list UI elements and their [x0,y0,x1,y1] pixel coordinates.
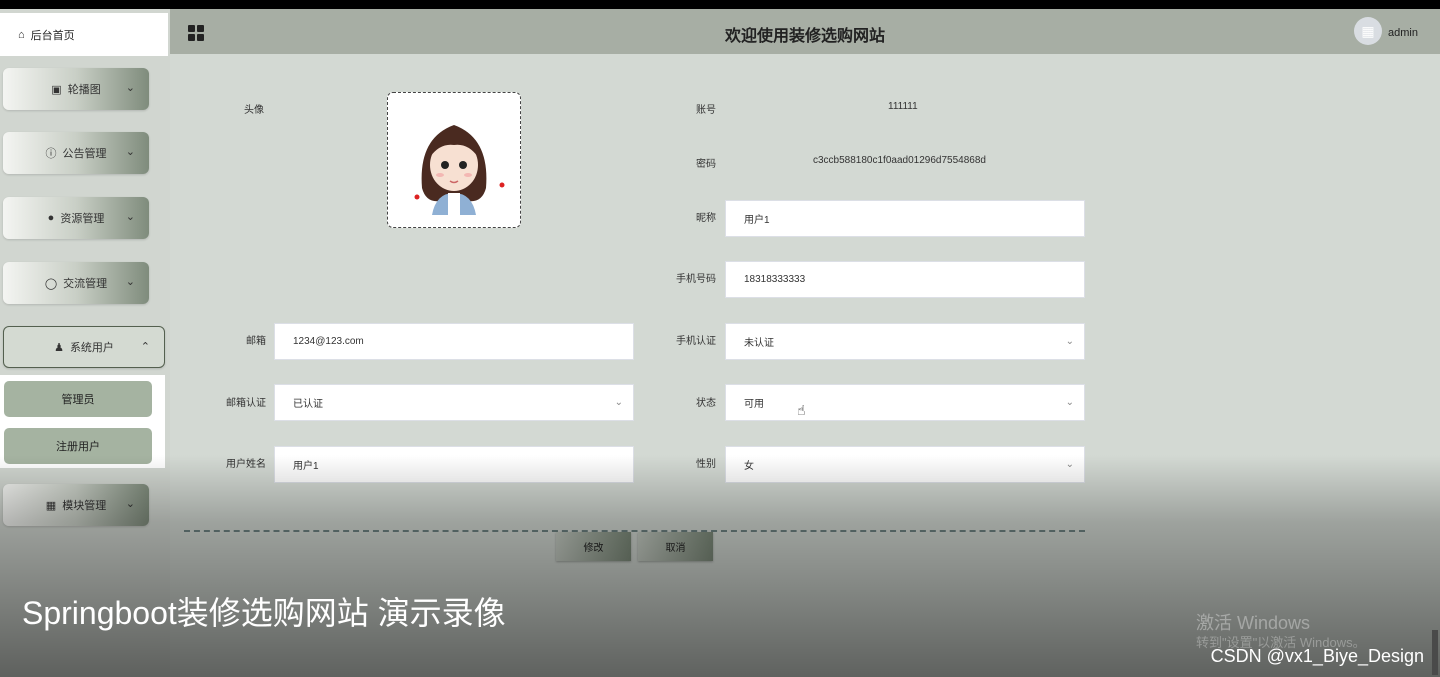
chevron-down-icon: ⌄ [1065,459,1074,470]
form-divider [184,530,1085,532]
gender-select[interactable]: 女 ⌄ [725,446,1085,483]
sidebar-item-label: 系统用户 [69,342,114,354]
submenu-system-user: 管理员 注册用户 [0,375,165,468]
nickname-label: 昵称 [696,213,716,224]
avatar[interactable]: ▦ [1354,17,1382,45]
header: 欢迎使用装修选购网站 ▦ admin [170,9,1440,54]
submenu-item-admin[interactable]: 管理员 [4,381,152,417]
top-black-strip [0,0,1440,9]
credit-watermark: CSDN @vx1_Biye_Design [1210,646,1424,666]
chevron-up-icon: ⌃ [140,341,150,353]
chevron-down-icon: ⌄ [614,397,623,408]
sidebar-home-label: 后台首页 [30,29,75,42]
page-title: 欢迎使用装修选购网站 [724,28,885,45]
password-value: c3ccb588180c1f0aad01296d7554868d [813,155,986,166]
submit-button[interactable]: 修改 [556,532,631,561]
cancel-button[interactable]: 取消 [638,532,713,561]
sidebar-item-label: 资源管理 [60,213,105,225]
sidebar-item-forum[interactable]: ◯ 交流管理 ⌄ [3,262,149,304]
email-input[interactable]: 1234@123.com [274,323,634,360]
avatar-label: 头像 [244,105,264,116]
grid-icon: ▦ [45,499,57,512]
realname-label: 用户姓名 [226,459,266,470]
phone-label: 手机号码 [676,274,716,285]
phone-verify-value: 未认证 [744,338,774,349]
chevron-down-icon: ⌄ [125,211,135,223]
status-value: 可用 [744,399,764,410]
email-label: 邮箱 [246,336,266,347]
sidebar-item-system-user[interactable]: ♟ 系统用户 ⌃ [3,326,165,368]
email-verify-value: 已认证 [293,399,323,410]
password-label: 密码 [696,159,716,170]
gender-label: 性别 [696,459,716,470]
status-select[interactable]: 可用 ⌄ [725,384,1085,421]
hand-cursor-icon: ☝ [797,402,806,418]
chevron-down-icon: ⌄ [1065,397,1074,408]
user-icon: ♟ [54,341,64,354]
sidebar-item-carousel[interactable]: ▣ 轮播图 ⌄ [3,68,149,110]
sidebar-item-label: 轮播图 [67,84,101,96]
info-icon: ⓘ [45,148,57,160]
realname-input[interactable]: 用户1 [274,446,634,483]
gender-value: 女 [744,461,754,472]
scrollbar[interactable] [1432,630,1438,675]
avatar-image [414,125,505,215]
nickname-input[interactable]: 用户1 [725,200,1085,237]
chevron-down-icon: ⌄ [125,276,135,288]
chat-icon: ◯ [44,277,58,290]
sidebar-item-notice[interactable]: ⓘ 公告管理 ⌄ [3,132,149,174]
image-icon: ▣ [51,83,62,96]
chevron-down-icon: ⌄ [125,498,135,510]
sidebar-item-module[interactable]: ▦ 模块管理 ⌄ [3,484,149,526]
sidebar-item-label: 模块管理 [62,500,107,512]
chevron-down-icon: ⌄ [125,82,135,94]
sidebar-item-label: 交流管理 [63,278,108,290]
bulb-icon: ● [47,212,55,224]
phone-input[interactable]: 18318333333 [725,261,1085,298]
home-icon: ⌂ [18,28,25,41]
account-label: 账号 [696,105,716,116]
phone-verify-select[interactable]: 未认证 ⌄ [725,323,1085,360]
user-name[interactable]: admin [1388,27,1418,39]
sidebar-item-resource[interactable]: ● 资源管理 ⌄ [3,197,149,239]
chevron-down-icon: ⌄ [125,146,135,158]
sidebar-item-label: 公告管理 [62,148,107,160]
video-caption: Springboot装修选购网站 演示录像 [22,595,506,631]
sidebar-home[interactable]: ⌂ 后台首页 [0,13,168,56]
phone-verify-label: 手机认证 [676,336,716,347]
account-value: 111111 [888,101,918,112]
submenu-item-registered-user[interactable]: 注册用户 [4,428,152,464]
avatar-upload[interactable] [387,92,521,228]
status-label: 状态 [696,398,716,409]
email-verify-label: 邮箱认证 [226,398,266,409]
email-verify-select[interactable]: 已认证 ⌄ [274,384,634,421]
sidebar: ⌂ 后台首页 ▣ 轮播图 ⌄ ⓘ 公告管理 ⌄ ● 资源管理 ⌄ ◯ 交流管理 … [0,9,170,677]
chevron-down-icon: ⌄ [1065,336,1074,347]
main-content: 头像 账号 111111 密码 c3ccb588180c1f0aad01296d… [170,54,1440,677]
